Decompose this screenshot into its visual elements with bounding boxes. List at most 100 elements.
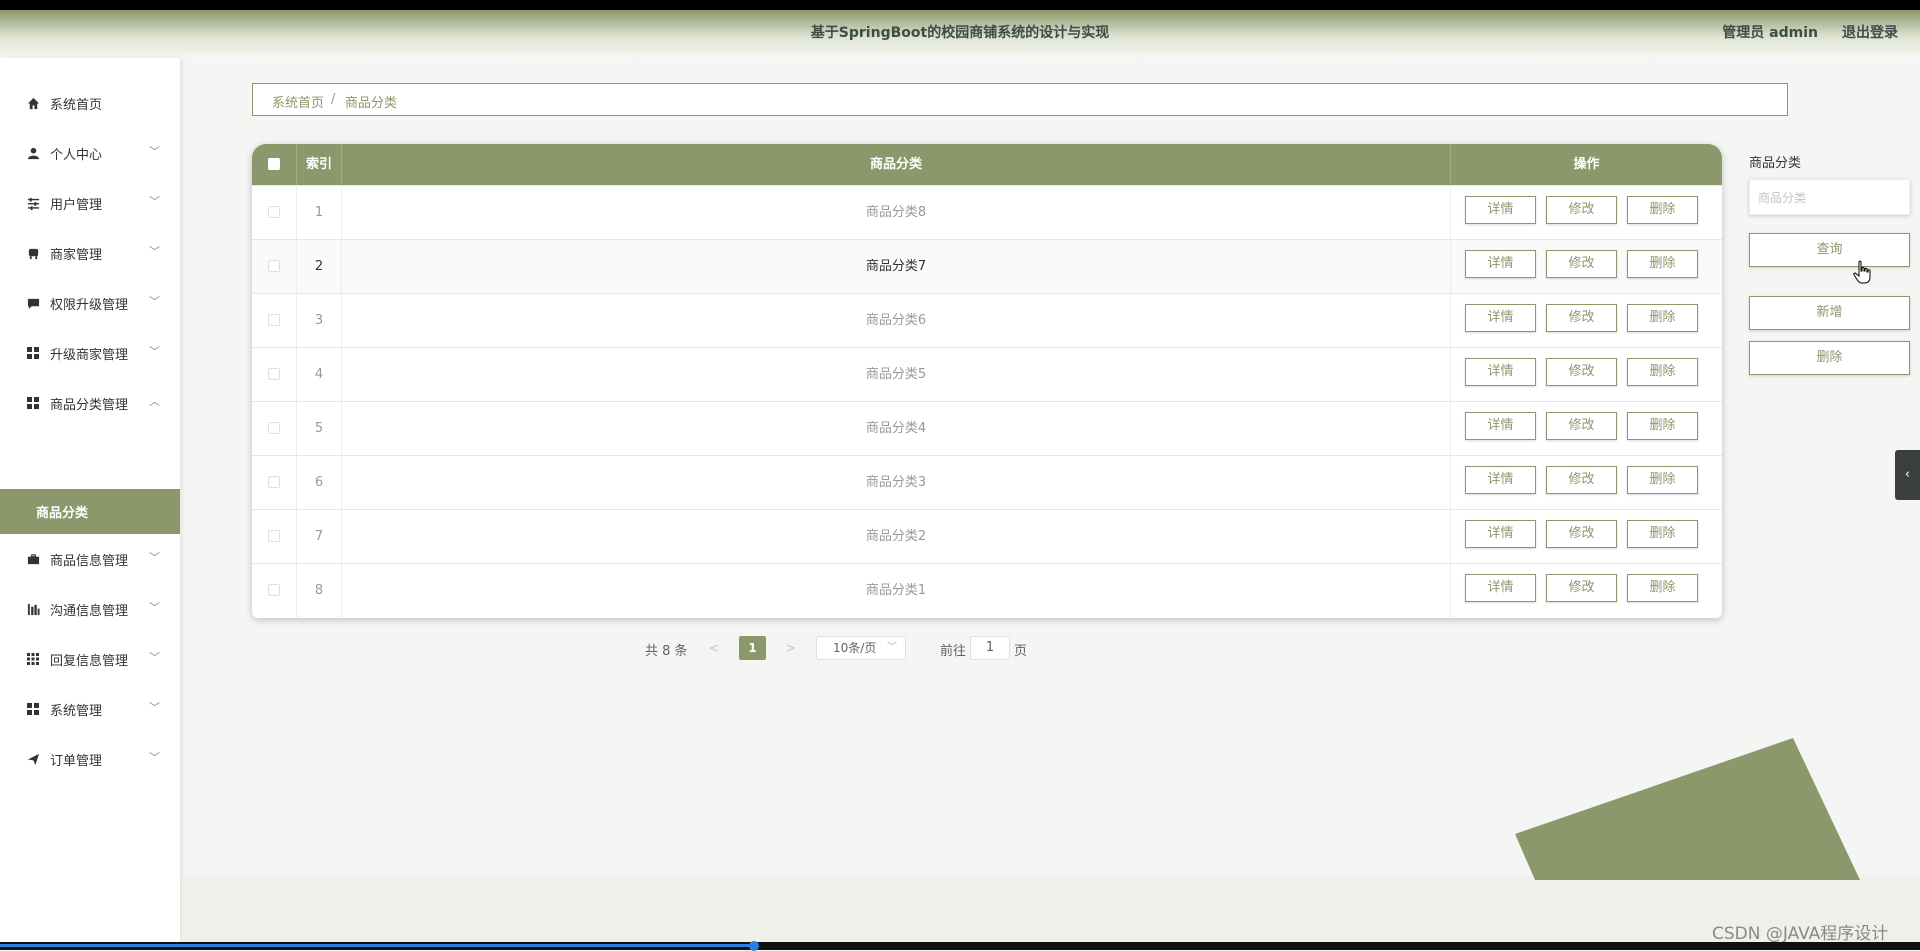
table-row: 7 商品分类2 详情 修改 删除	[252, 509, 1722, 564]
row-checkbox[interactable]	[268, 530, 280, 542]
detail-button[interactable]: 详情	[1465, 520, 1536, 548]
sidebar-subitem-category[interactable]: 商品分类	[0, 489, 180, 534]
sidebar-item-label: 个人中心	[50, 148, 103, 163]
sidebar-item-label: 权限升级管理	[50, 298, 129, 313]
sidebar-item-label: 订单管理	[50, 754, 103, 769]
delete-button[interactable]: 删除	[1627, 196, 1698, 224]
search-label: 商品分类	[1749, 156, 1802, 171]
detail-button[interactable]: 详情	[1465, 196, 1536, 224]
pagination-goto-input[interactable]: 1	[970, 636, 1010, 660]
grid-icon	[26, 397, 40, 411]
detail-button[interactable]: 详情	[1465, 574, 1536, 602]
add-button[interactable]: 新增	[1749, 296, 1910, 330]
send-icon	[26, 753, 40, 767]
row-actions: 详情 修改 删除	[1451, 240, 1722, 294]
logout-link[interactable]: 退出登录	[1842, 22, 1898, 42]
row-select-cell	[252, 240, 297, 294]
row-checkbox[interactable]	[268, 422, 280, 434]
chevron-down-icon: ﹀	[149, 245, 160, 258]
row-checkbox[interactable]	[268, 584, 280, 596]
edit-button[interactable]: 修改	[1546, 574, 1617, 602]
sidebar-item-category-management[interactable]: 商品分类管理 ︿	[0, 379, 180, 429]
chevron-down-icon: ﹀	[149, 195, 160, 208]
window-top-bar	[0, 0, 1920, 10]
row-select-cell	[252, 294, 297, 348]
sidebar-item-home[interactable]: 系统首页	[0, 79, 180, 129]
hand-cursor-icon	[1853, 260, 1871, 284]
row-select-cell	[252, 564, 297, 618]
user-icon	[26, 147, 40, 161]
sidebar-item-communication[interactable]: 沟通信息管理 ﹀	[0, 585, 180, 635]
query-button[interactable]: 查询	[1749, 233, 1910, 267]
select-all-checkbox[interactable]	[268, 158, 280, 170]
pagination-page-unit: 页	[1014, 644, 1028, 659]
edit-button[interactable]: 修改	[1546, 196, 1617, 224]
watermark: CSDN @JAVA程序设计	[1712, 924, 1889, 944]
row-checkbox[interactable]	[268, 368, 280, 380]
sidebar-item-personal-center[interactable]: 个人中心 ﹀	[0, 129, 180, 179]
row-index: 5	[297, 402, 342, 456]
sidebar-item-label: 系统首页	[50, 98, 103, 113]
sidebar-item-upgrade-merchant[interactable]: 升级商家管理 ﹀	[0, 329, 180, 379]
category-search-input[interactable]: 商品分类	[1749, 179, 1910, 215]
row-checkbox[interactable]	[268, 206, 280, 218]
delete-button[interactable]: 删除	[1627, 574, 1698, 602]
sidebar-item-label: 回复信息管理	[50, 654, 129, 669]
edit-button[interactable]: 修改	[1546, 466, 1617, 494]
row-checkbox[interactable]	[268, 476, 280, 488]
sidebar-item-label: 系统管理	[50, 704, 103, 719]
row-category-name: 商品分类6	[342, 294, 1451, 348]
video-progress-bar[interactable]	[0, 941, 1920, 951]
batch-delete-button[interactable]: 删除	[1749, 341, 1910, 375]
chevron-down-icon: ﹀	[149, 345, 160, 358]
chevron-down-icon: ﹀	[149, 751, 160, 764]
row-index: 6	[297, 456, 342, 510]
detail-button[interactable]: 详情	[1465, 412, 1536, 440]
collapse-panel-tab[interactable]: ‹	[1895, 450, 1920, 500]
sidebar-item-permission-upgrade[interactable]: 权限升级管理 ﹀	[0, 279, 180, 329]
sidebar-item-system-management[interactable]: 系统管理 ﹀	[0, 685, 180, 735]
table-row: 2 商品分类7 详情 修改 删除	[252, 239, 1722, 294]
select-all-cell	[252, 144, 297, 185]
delete-button[interactable]: 删除	[1627, 520, 1698, 548]
breadcrumb-home-link[interactable]: 系统首页	[272, 92, 324, 111]
table-header: 索引 商品分类 操作	[252, 144, 1722, 185]
table-row: 3 商品分类6 详情 修改 删除	[252, 293, 1722, 348]
row-select-cell	[252, 402, 297, 456]
edit-button[interactable]: 修改	[1546, 304, 1617, 332]
current-user: 管理员 admin	[1722, 25, 1818, 41]
table-row: 5 商品分类4 详情 修改 删除	[252, 401, 1722, 456]
sidebar-item-label: 商家管理	[50, 248, 103, 263]
sidebar-item-merchant-management[interactable]: 商家管理 ﹀	[0, 229, 180, 279]
row-actions: 详情 修改 删除	[1451, 564, 1722, 618]
pagination-next-button[interactable]: >	[775, 636, 807, 660]
pagination-prev-button[interactable]: <	[698, 636, 730, 660]
detail-button[interactable]: 详情	[1465, 304, 1536, 332]
page-size-select[interactable]: 10条/页 ﹀	[816, 636, 906, 660]
row-checkbox[interactable]	[268, 314, 280, 326]
sidebar-item-reply-info[interactable]: 回复信息管理 ﹀	[0, 635, 180, 685]
sidebar-item-user-management[interactable]: 用户管理 ﹀	[0, 179, 180, 229]
delete-button[interactable]: 删除	[1627, 466, 1698, 494]
edit-button[interactable]: 修改	[1546, 358, 1617, 386]
edit-button[interactable]: 修改	[1546, 250, 1617, 278]
footer-band	[182, 877, 1920, 942]
row-index: 4	[297, 348, 342, 402]
breadcrumb-current: 商品分类	[345, 96, 398, 111]
detail-button[interactable]: 详情	[1465, 466, 1536, 494]
delete-button[interactable]: 删除	[1627, 412, 1698, 440]
detail-button[interactable]: 详情	[1465, 250, 1536, 278]
delete-button[interactable]: 删除	[1627, 358, 1698, 386]
delete-button[interactable]: 删除	[1627, 250, 1698, 278]
detail-button[interactable]: 详情	[1465, 358, 1536, 386]
delete-button[interactable]: 删除	[1627, 304, 1698, 332]
pagination-page-1[interactable]: 1	[739, 636, 766, 660]
chevron-down-icon: ﹀	[149, 701, 160, 714]
row-checkbox[interactable]	[268, 260, 280, 272]
row-actions: 详情 修改 删除	[1451, 294, 1722, 348]
row-actions: 详情 修改 删除	[1451, 510, 1722, 564]
sidebar-item-order-management[interactable]: 订单管理 ﹀	[0, 735, 180, 785]
sidebar-item-product-info[interactable]: 商品信息管理 ﹀	[0, 535, 180, 585]
edit-button[interactable]: 修改	[1546, 412, 1617, 440]
edit-button[interactable]: 修改	[1546, 520, 1617, 548]
